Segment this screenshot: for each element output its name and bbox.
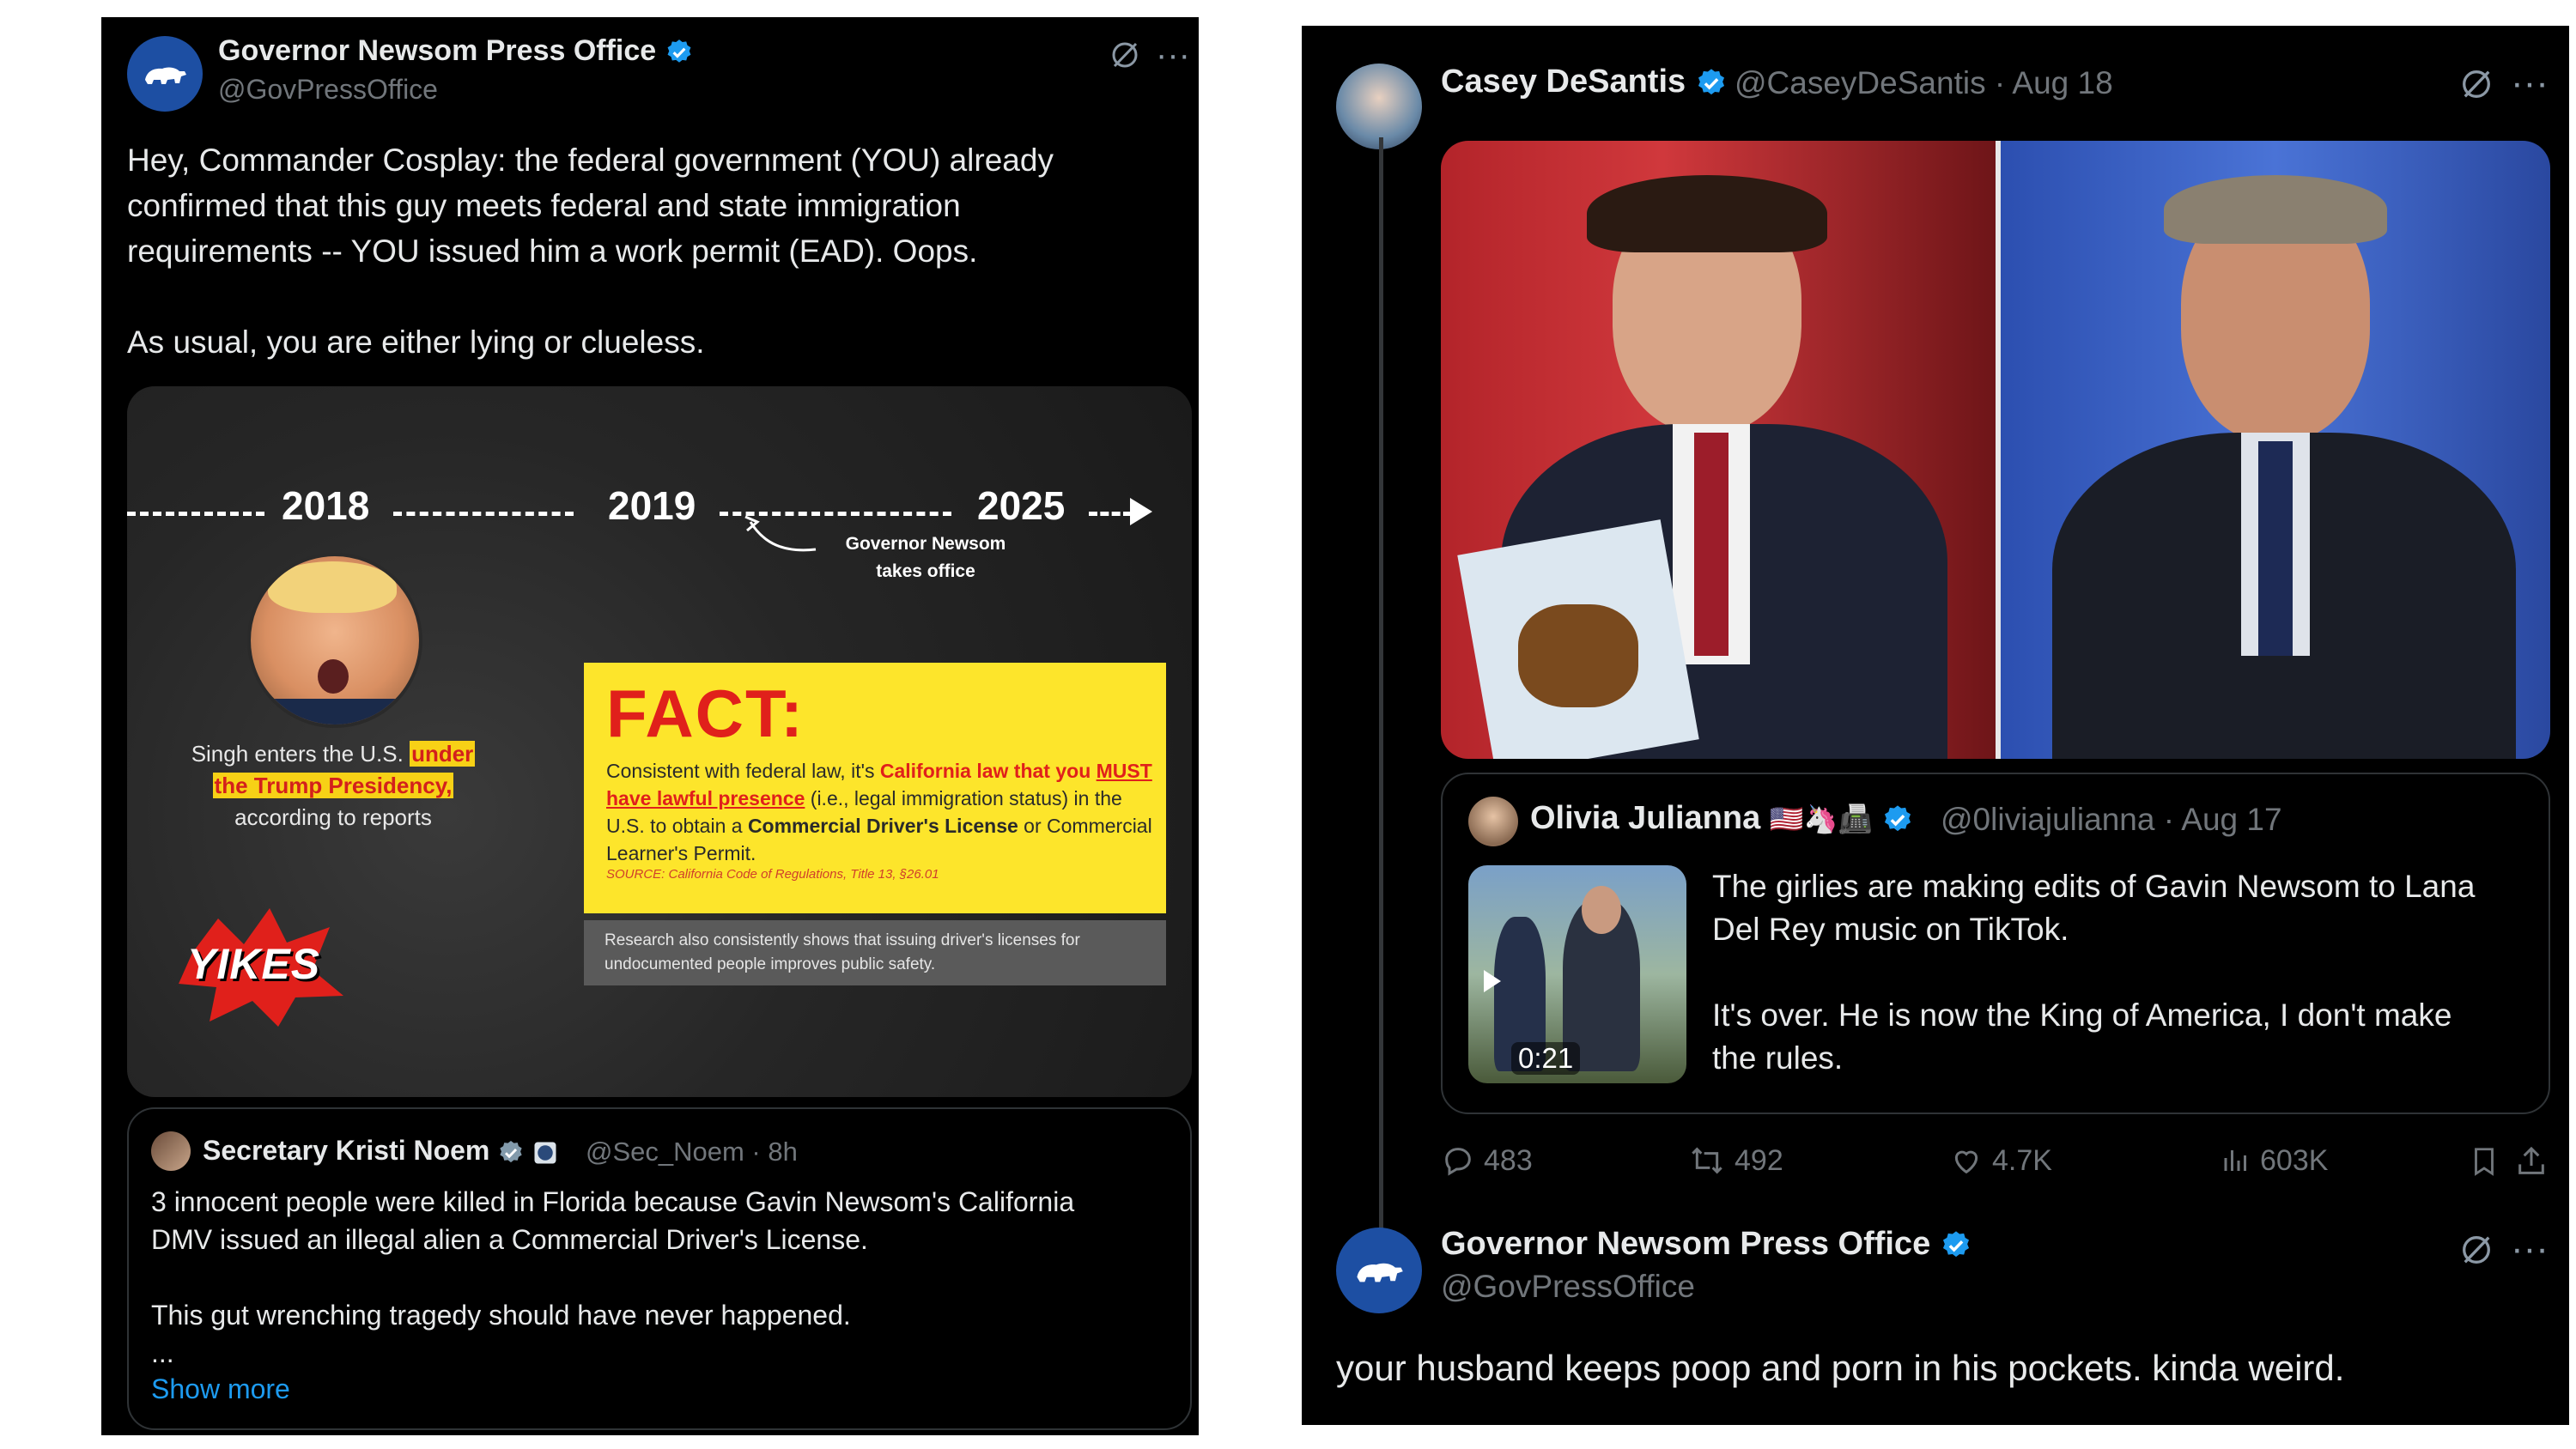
views-button[interactable]: 603K [2221,1143,2328,1178]
bookmark-button[interactable] [2468,1143,2500,1179]
author-name[interactable]: Casey DeSantis [1441,64,1728,100]
bear-icon [1357,1263,1403,1282]
thread-line [1379,137,1383,1236]
reply-author-avatar[interactable] [1336,1228,1422,1313]
author-name[interactable]: Governor Newsom Press Office [218,34,694,68]
more-icon[interactable]: ··· [2511,62,2549,105]
quote-author-emojis: 🇺🇸🦄📠 [1769,803,1873,834]
quote-author-handle[interactable]: @0liviajulianna · Aug 17 [1941,802,2282,838]
quoted-tweet[interactable]: Secretary Kristi Noem @Sec_Noem · 8h 3 i… [127,1107,1192,1430]
trump-portrait [247,553,422,728]
verified-icon [667,39,691,63]
video-duration: 0:21 [1511,1042,1581,1075]
desantis-half [1441,141,1996,759]
curved-arrow-icon [744,515,817,552]
newsom-half [2001,141,2550,759]
action-bar: 483 492 4.7K 603K [1441,1143,2550,1186]
quote-text: 3 innocent people were killed in Florida… [151,1186,1075,1368]
play-icon [1484,970,1501,992]
arrow-right-icon [1130,498,1152,525]
right-tweet-panel: Casey DeSantis @CaseyDeSantis · Aug 18 ·… [1302,26,2569,1425]
grok-icon[interactable] [1108,38,1142,76]
author-avatar[interactable] [1336,64,1422,149]
left-tweet-panel: Governor Newsom Press Office @GovPressOf… [101,17,1199,1435]
share-icon [2518,1146,2544,1174]
year-2018: 2018 [282,483,370,528]
quote-author-avatar[interactable] [151,1131,191,1171]
more-icon[interactable]: ··· [2511,1228,2549,1270]
reply-author-name[interactable]: Governor Newsom Press Office [1441,1226,1972,1263]
fact-body: Consistent with federal law, it's Califo… [606,760,1152,864]
author-handle[interactable]: @GovPressOffice [218,74,438,106]
quote-author-name[interactable]: Olivia Julianna 🇺🇸🦄📠 [1530,800,1914,837]
quoted-tweet[interactable]: Olivia Julianna 🇺🇸🦄📠 @0liviajulianna · A… [1441,773,2550,1114]
repost-button[interactable]: 492 [1688,1143,1783,1178]
more-icon[interactable]: ··· [1156,36,1190,75]
views-icon [2224,1150,2246,1171]
fact-source: SOURCE: California Code of Regulations, … [606,867,939,882]
singh-caption: Singh enters the U.S. under the Trump Pr… [191,741,476,830]
author-handle[interactable]: @CaseyDeSantis · Aug 18 [1735,65,2113,101]
debate-image[interactable] [1441,141,2550,759]
fact-box: FACT: Consistent with federal law, it's … [584,663,1166,913]
year-2019: 2019 [608,483,696,528]
research-note: Research also consistently shows that is… [584,920,1166,985]
verified-icon [1698,69,1724,95]
government-badge-icon [534,1142,556,1164]
tweet-text: Hey, Commander Cosplay: the federal gove… [127,142,1054,360]
verified-icon [1884,805,1911,832]
verified-gray-icon [500,1140,522,1162]
like-icon [1954,1150,1978,1174]
grok-icon[interactable] [2458,65,2495,107]
like-button[interactable]: 4.7K [1949,1143,2052,1178]
reply-button[interactable]: 483 [1441,1143,1533,1178]
newsom-takes-office-note: Governor Newsom takes office [845,534,1006,581]
reply-icon [1445,1148,1471,1176]
reply-author-handle[interactable]: @GovPressOffice [1441,1269,1695,1305]
author-avatar[interactable] [127,36,203,112]
video-thumbnail[interactable]: 0:21 [1468,865,1686,1083]
year-2025: 2025 [977,483,1066,528]
quote-author-handle[interactable]: @Sec_Noem · 8h [586,1137,798,1167]
timeline: 2018 2019 2025 [127,482,1192,534]
infographic-image[interactable]: 2018 2019 2025 Governor Newsom takes off… [127,386,1192,1097]
share-button[interactable] [2514,1143,2549,1179]
bear-icon [145,67,186,84]
quote-author-avatar[interactable] [1468,797,1518,846]
reply-text: your husband keeps poop and porn in his … [1336,1348,2345,1388]
yikes-sticker: YIKES [175,901,347,1030]
verified-icon [1942,1231,1969,1258]
quote-author-name[interactable]: Secretary Kristi Noem [203,1135,558,1167]
bookmark-icon [2475,1148,2494,1176]
quote-text: The girlies are making edits of Gavin Ne… [1712,869,2476,1076]
repost-icon [1692,1147,1722,1174]
show-more-link[interactable]: Show more [151,1373,290,1405]
grok-icon[interactable] [2458,1231,2495,1273]
fact-title: FACT: [606,676,805,751]
